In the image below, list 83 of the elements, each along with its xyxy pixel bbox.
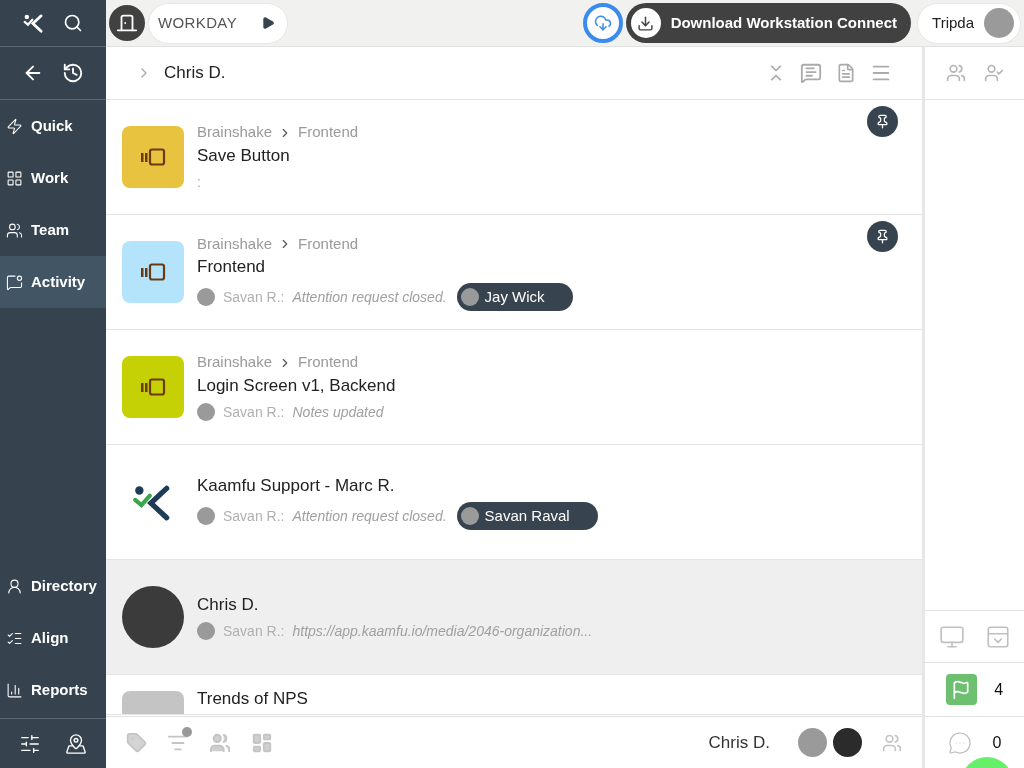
search-icon[interactable] [63, 13, 83, 33]
nav-item[interactable]: Directory [0, 560, 106, 612]
author-name: Savan R.: [223, 402, 285, 422]
card-stack-icon [140, 148, 166, 166]
author-avatar [197, 622, 215, 640]
user-check-icon[interactable] [983, 63, 1004, 83]
nav-item[interactable]: Reports [0, 664, 106, 716]
play-icon [261, 16, 276, 30]
people-icon[interactable] [945, 63, 966, 83]
nav-item[interactable]: Align [0, 612, 106, 664]
pin-button[interactable] [867, 106, 898, 137]
pin-icon [875, 114, 890, 129]
layout-icon[interactable] [251, 731, 273, 754]
card-stack-icon [140, 263, 166, 281]
item-title: Chris D. [197, 593, 260, 616]
chat-bubble-icon[interactable] [947, 731, 972, 755]
activity-message: Attention request closed. [292, 287, 447, 307]
pin-button[interactable] [867, 221, 898, 252]
people-icon[interactable] [209, 731, 231, 754]
grid-icon [6, 169, 23, 187]
person-tag[interactable]: Jay Wick [456, 283, 573, 312]
breadcrumb-text: Brainshake [197, 352, 273, 373]
people-icon[interactable] [882, 732, 902, 753]
window-icon[interactable] [984, 623, 1011, 650]
member-avatar [798, 728, 827, 757]
user-button[interactable]: Tripda [917, 2, 1021, 44]
breadcrumb-text: Brainshake [197, 233, 273, 254]
author-name: Savan R.: [223, 506, 285, 526]
lightning-icon [6, 117, 23, 135]
feed-item[interactable]: Chris D. Savan R.: https://app.kaamfu.io/media/2046-organization... [106, 560, 922, 675]
screen-icon[interactable] [938, 623, 965, 650]
download-button[interactable]: Download Workstation Connect [625, 3, 912, 43]
card-stack-icon [140, 378, 166, 396]
item-title: Kaamfu Support - Marc R. [197, 475, 396, 497]
nav-item[interactable]: Work [0, 152, 106, 204]
comment-count: 0 [992, 733, 1002, 753]
activity-message: Attention request closed. [292, 506, 447, 526]
cloud-download-button[interactable] [582, 3, 623, 43]
author-avatar [197, 403, 215, 422]
tag-icon[interactable] [126, 732, 147, 753]
activity-message: Notes updated [292, 402, 384, 422]
download-icon [637, 14, 655, 32]
door-button[interactable] [109, 5, 145, 41]
history-icon[interactable] [62, 62, 84, 84]
app-logo [23, 12, 45, 34]
tag-avatar [460, 507, 479, 525]
map-pin-icon[interactable] [65, 732, 87, 755]
people-icon [6, 577, 23, 595]
cloud-download-icon [593, 14, 612, 32]
pin-icon [875, 229, 890, 244]
bar-chart-icon [6, 681, 23, 699]
document-icon[interactable] [836, 63, 856, 83]
item-title: Trends of NPS [197, 688, 309, 710]
nav-item[interactable]: Quick [0, 100, 106, 152]
workday-button[interactable]: WORKDAY [148, 2, 289, 44]
page-title: Chris D. [164, 62, 227, 85]
item-note: : [197, 172, 202, 192]
activity-message: https://app.kaamfu.io/media/2046-organization... [292, 621, 593, 641]
comment-icon[interactable] [800, 62, 822, 84]
user-avatar [984, 8, 1014, 38]
breadcrumb-text: Brainshake [197, 122, 273, 143]
breadcrumb-text: Frontend [298, 233, 359, 254]
breadcrumb-text: Frontend [298, 122, 359, 143]
flag-icon[interactable] [951, 679, 972, 700]
flag-count: 4 [994, 679, 1004, 700]
nav-item[interactable]: Team [0, 204, 106, 256]
author-name: Savan R.: [223, 621, 285, 641]
team-icon [6, 221, 23, 239]
sliders-icon[interactable] [19, 732, 41, 755]
item-title: Frontend [197, 256, 267, 279]
author-name: Savan R.: [223, 287, 285, 307]
footer-name: Chris D. [708, 731, 770, 754]
tag-avatar [460, 288, 479, 307]
nav-item[interactable]: Activity [0, 256, 106, 308]
chat-icon [6, 273, 23, 291]
item-title: Login Screen v1, Backend [197, 374, 397, 397]
item-title: Save Button [197, 144, 291, 167]
author-avatar [197, 288, 215, 307]
breadcrumb-text: Frontend [298, 352, 359, 373]
member-avatar [833, 728, 862, 757]
author-avatar [197, 507, 215, 525]
door-icon [116, 12, 138, 34]
person-tag[interactable]: Savan Raval [456, 502, 598, 530]
